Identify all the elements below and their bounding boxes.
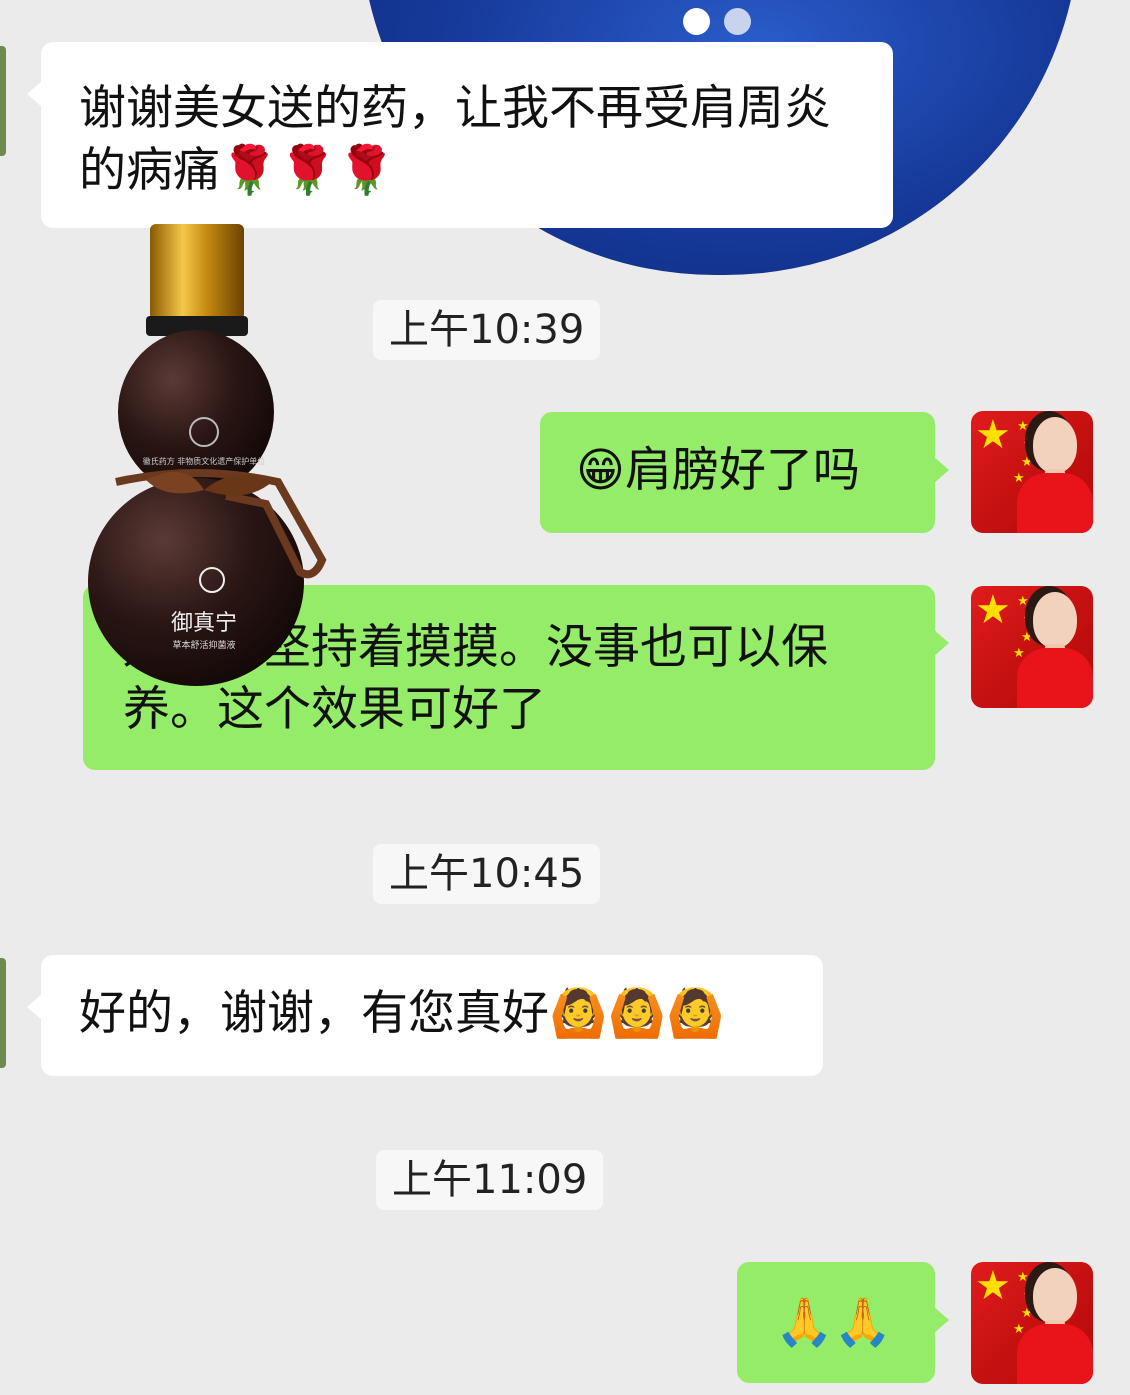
message-text: 好的，谢谢，有您真好🙆🙆🙆 xyxy=(79,986,725,1041)
star-icon: ★ xyxy=(1021,630,1033,645)
my-avatar[interactable]: ★ ★ ★ ★ ★ xyxy=(971,411,1093,533)
face xyxy=(1033,1268,1077,1324)
message-text: 😁肩膀好了吗 xyxy=(576,443,860,498)
bottle-sub-label: 草本舒活抑菌液 xyxy=(172,639,235,651)
timestamp: 上午10:39 xyxy=(373,300,601,360)
star-icon: ★ xyxy=(975,587,1011,633)
star-icon: ★ xyxy=(1017,419,1029,434)
face xyxy=(1033,592,1077,648)
dress xyxy=(1017,473,1093,533)
dress xyxy=(1017,1324,1093,1384)
sender-avatar[interactable] xyxy=(0,958,6,1068)
my-avatar[interactable]: ★ ★ ★ ★ ★ xyxy=(971,586,1093,708)
message-bubble-incoming[interactable]: 好的，谢谢，有您真好🙆🙆🙆 xyxy=(27,955,823,1076)
my-avatar[interactable]: ★ ★ ★ ★ ★ xyxy=(971,1262,1093,1384)
message-text: 谢谢美女送的药，让我不再受肩周炎的病痛🌹🌹🌹 xyxy=(79,81,831,198)
star-icon: ★ xyxy=(1017,1270,1029,1285)
star-icon: ★ xyxy=(1021,1306,1033,1321)
message-text: 🙏🙏 xyxy=(775,1295,893,1350)
bottle-brand-name: 御真宁 xyxy=(171,611,237,636)
page-dot xyxy=(724,8,751,35)
star-icon: ★ xyxy=(1021,455,1033,470)
timestamp: 上午10:45 xyxy=(373,844,601,904)
product-bottle-image[interactable]: 徽氏药方 非物质文化遗产保护单位 御真宁 草本舒活抑菌液 xyxy=(86,220,336,690)
dress xyxy=(1017,648,1093,708)
bottle-cap xyxy=(150,224,244,320)
face xyxy=(1033,417,1077,473)
star-icon: ★ xyxy=(975,1263,1011,1309)
timestamp: 上午11:09 xyxy=(376,1150,604,1210)
page-dot-active xyxy=(683,8,710,35)
message-bubble-incoming[interactable]: 谢谢美女送的药，让我不再受肩周炎的病痛🌹🌹🌹 xyxy=(27,42,893,228)
star-icon: ★ xyxy=(975,412,1011,458)
bottle-small-label: 徽氏药方 非物质文化遗产保护单位 xyxy=(143,456,266,466)
message-bubble-outgoing[interactable]: 😁肩膀好了吗 xyxy=(540,412,949,533)
message-bubble-outgoing[interactable]: 🙏🙏 xyxy=(737,1262,949,1383)
star-icon: ★ xyxy=(1017,594,1029,609)
page-indicator xyxy=(683,8,765,39)
sender-avatar[interactable] xyxy=(0,46,6,156)
